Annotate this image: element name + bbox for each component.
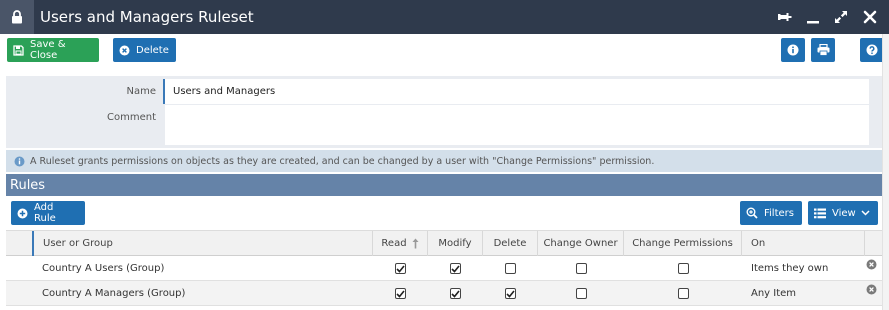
add-circle-icon <box>17 208 28 219</box>
minimize-icon[interactable] <box>805 9 821 25</box>
info-banner: A Ruleset grants permissions on objects … <box>6 150 882 172</box>
zoom-plus-icon <box>746 207 758 219</box>
info-text: A Ruleset grants permissions on objects … <box>30 155 655 167</box>
window-title: Users and Managers Ruleset <box>40 8 254 26</box>
view-label: View <box>832 207 856 219</box>
modify-checkbox[interactable] <box>428 256 483 281</box>
delete-button[interactable]: Delete <box>113 38 176 62</box>
print-button[interactable] <box>811 38 835 62</box>
info-button[interactable] <box>781 38 805 62</box>
remove-row-icon[interactable] <box>866 252 877 277</box>
read-checkbox[interactable] <box>373 256 428 281</box>
window-titlebar: Users and Managers Ruleset <box>0 0 889 34</box>
help-icon <box>866 44 878 56</box>
help-button[interactable] <box>860 38 884 62</box>
on-cell: Any Item <box>751 288 797 299</box>
rules-grid-header: User or Group Read Modify Delete Change … <box>6 230 882 256</box>
user-cell: Country A Users (Group) <box>42 263 165 274</box>
save-close-label: Save & Close <box>30 39 66 61</box>
column-header-change-owner[interactable]: Change Owner <box>538 231 624 256</box>
sort-ascending-icon <box>412 238 419 249</box>
delete-circle-icon <box>119 45 130 56</box>
change-owner-checkbox[interactable] <box>538 281 624 306</box>
table-row[interactable]: Country A Managers (Group) Any Item <box>6 281 882 306</box>
remove-row-icon[interactable] <box>866 277 877 302</box>
info-circle-icon <box>14 156 25 167</box>
rules-section-header: Rules <box>6 174 882 196</box>
column-header-user-or-group[interactable]: User or Group <box>36 231 373 256</box>
row-selector-header <box>6 231 34 256</box>
delete-checkbox[interactable] <box>483 256 538 281</box>
rules-section-title: Rules <box>10 177 46 193</box>
lock-icon <box>0 0 34 34</box>
column-header-read[interactable]: Read <box>373 231 428 256</box>
pin-icon[interactable] <box>776 9 792 25</box>
comment-field[interactable] <box>163 105 869 145</box>
column-header-change-permissions[interactable]: Change Permissions <box>624 231 742 256</box>
chevron-down-icon <box>861 210 870 216</box>
change-permissions-checkbox[interactable] <box>624 256 742 281</box>
user-cell: Country A Managers (Group) <box>42 288 186 299</box>
close-icon[interactable] <box>862 9 878 25</box>
column-header-delete[interactable]: Delete <box>483 231 538 256</box>
add-rule-label: Add Rule <box>34 202 56 224</box>
column-header-on[interactable]: On <box>742 231 865 256</box>
delete-label: Delete <box>136 44 169 56</box>
ruleset-form: Name Users and Managers Comment <box>6 76 882 148</box>
modify-checkbox[interactable] <box>428 281 483 306</box>
list-icon <box>814 208 826 219</box>
filters-label: Filters <box>764 207 794 219</box>
save-icon <box>13 44 24 56</box>
read-checkbox[interactable] <box>373 281 428 306</box>
table-row[interactable]: Country A Users (Group) Items they own <box>6 256 882 281</box>
view-dropdown-button[interactable]: View <box>808 201 878 225</box>
print-icon <box>817 44 829 56</box>
change-permissions-checkbox[interactable] <box>624 281 742 306</box>
column-header-modify[interactable]: Modify <box>428 231 483 256</box>
info-icon <box>787 44 799 56</box>
filters-button[interactable]: Filters <box>740 201 802 225</box>
maximize-icon[interactable] <box>833 9 849 25</box>
delete-checkbox[interactable] <box>483 281 538 306</box>
name-field-value: Users and Managers <box>173 86 276 97</box>
on-cell: Items they own <box>751 263 829 274</box>
add-rule-button[interactable]: Add Rule <box>11 201 85 225</box>
name-field[interactable]: Users and Managers <box>163 79 869 104</box>
change-owner-checkbox[interactable] <box>538 256 624 281</box>
name-label: Name <box>126 86 156 97</box>
save-close-button[interactable]: Save & Close <box>7 38 99 62</box>
comment-label: Comment <box>107 112 156 123</box>
window-scrollbar[interactable] <box>882 34 889 310</box>
